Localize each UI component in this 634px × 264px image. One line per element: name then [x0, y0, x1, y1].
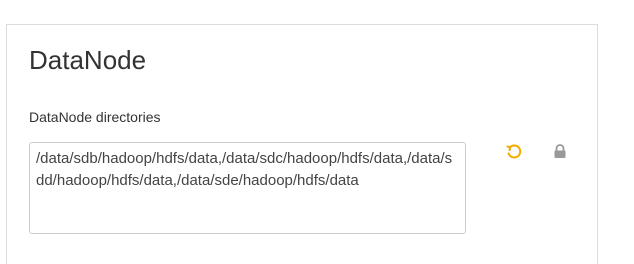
datanode-config-panel: DataNode DataNode directories /data/sdb/…	[6, 24, 598, 264]
lock-button[interactable]	[551, 144, 569, 164]
datanode-directories-label: DataNode directories	[29, 109, 161, 125]
undo-button[interactable]	[505, 144, 523, 165]
lock-icon	[553, 144, 567, 164]
section-title: DataNode	[29, 45, 147, 75]
datanode-directories-textarea[interactable]: /data/sdb/hadoop/hdfs/data,/data/sdc/had…	[29, 142, 466, 234]
undo-icon	[506, 144, 522, 165]
